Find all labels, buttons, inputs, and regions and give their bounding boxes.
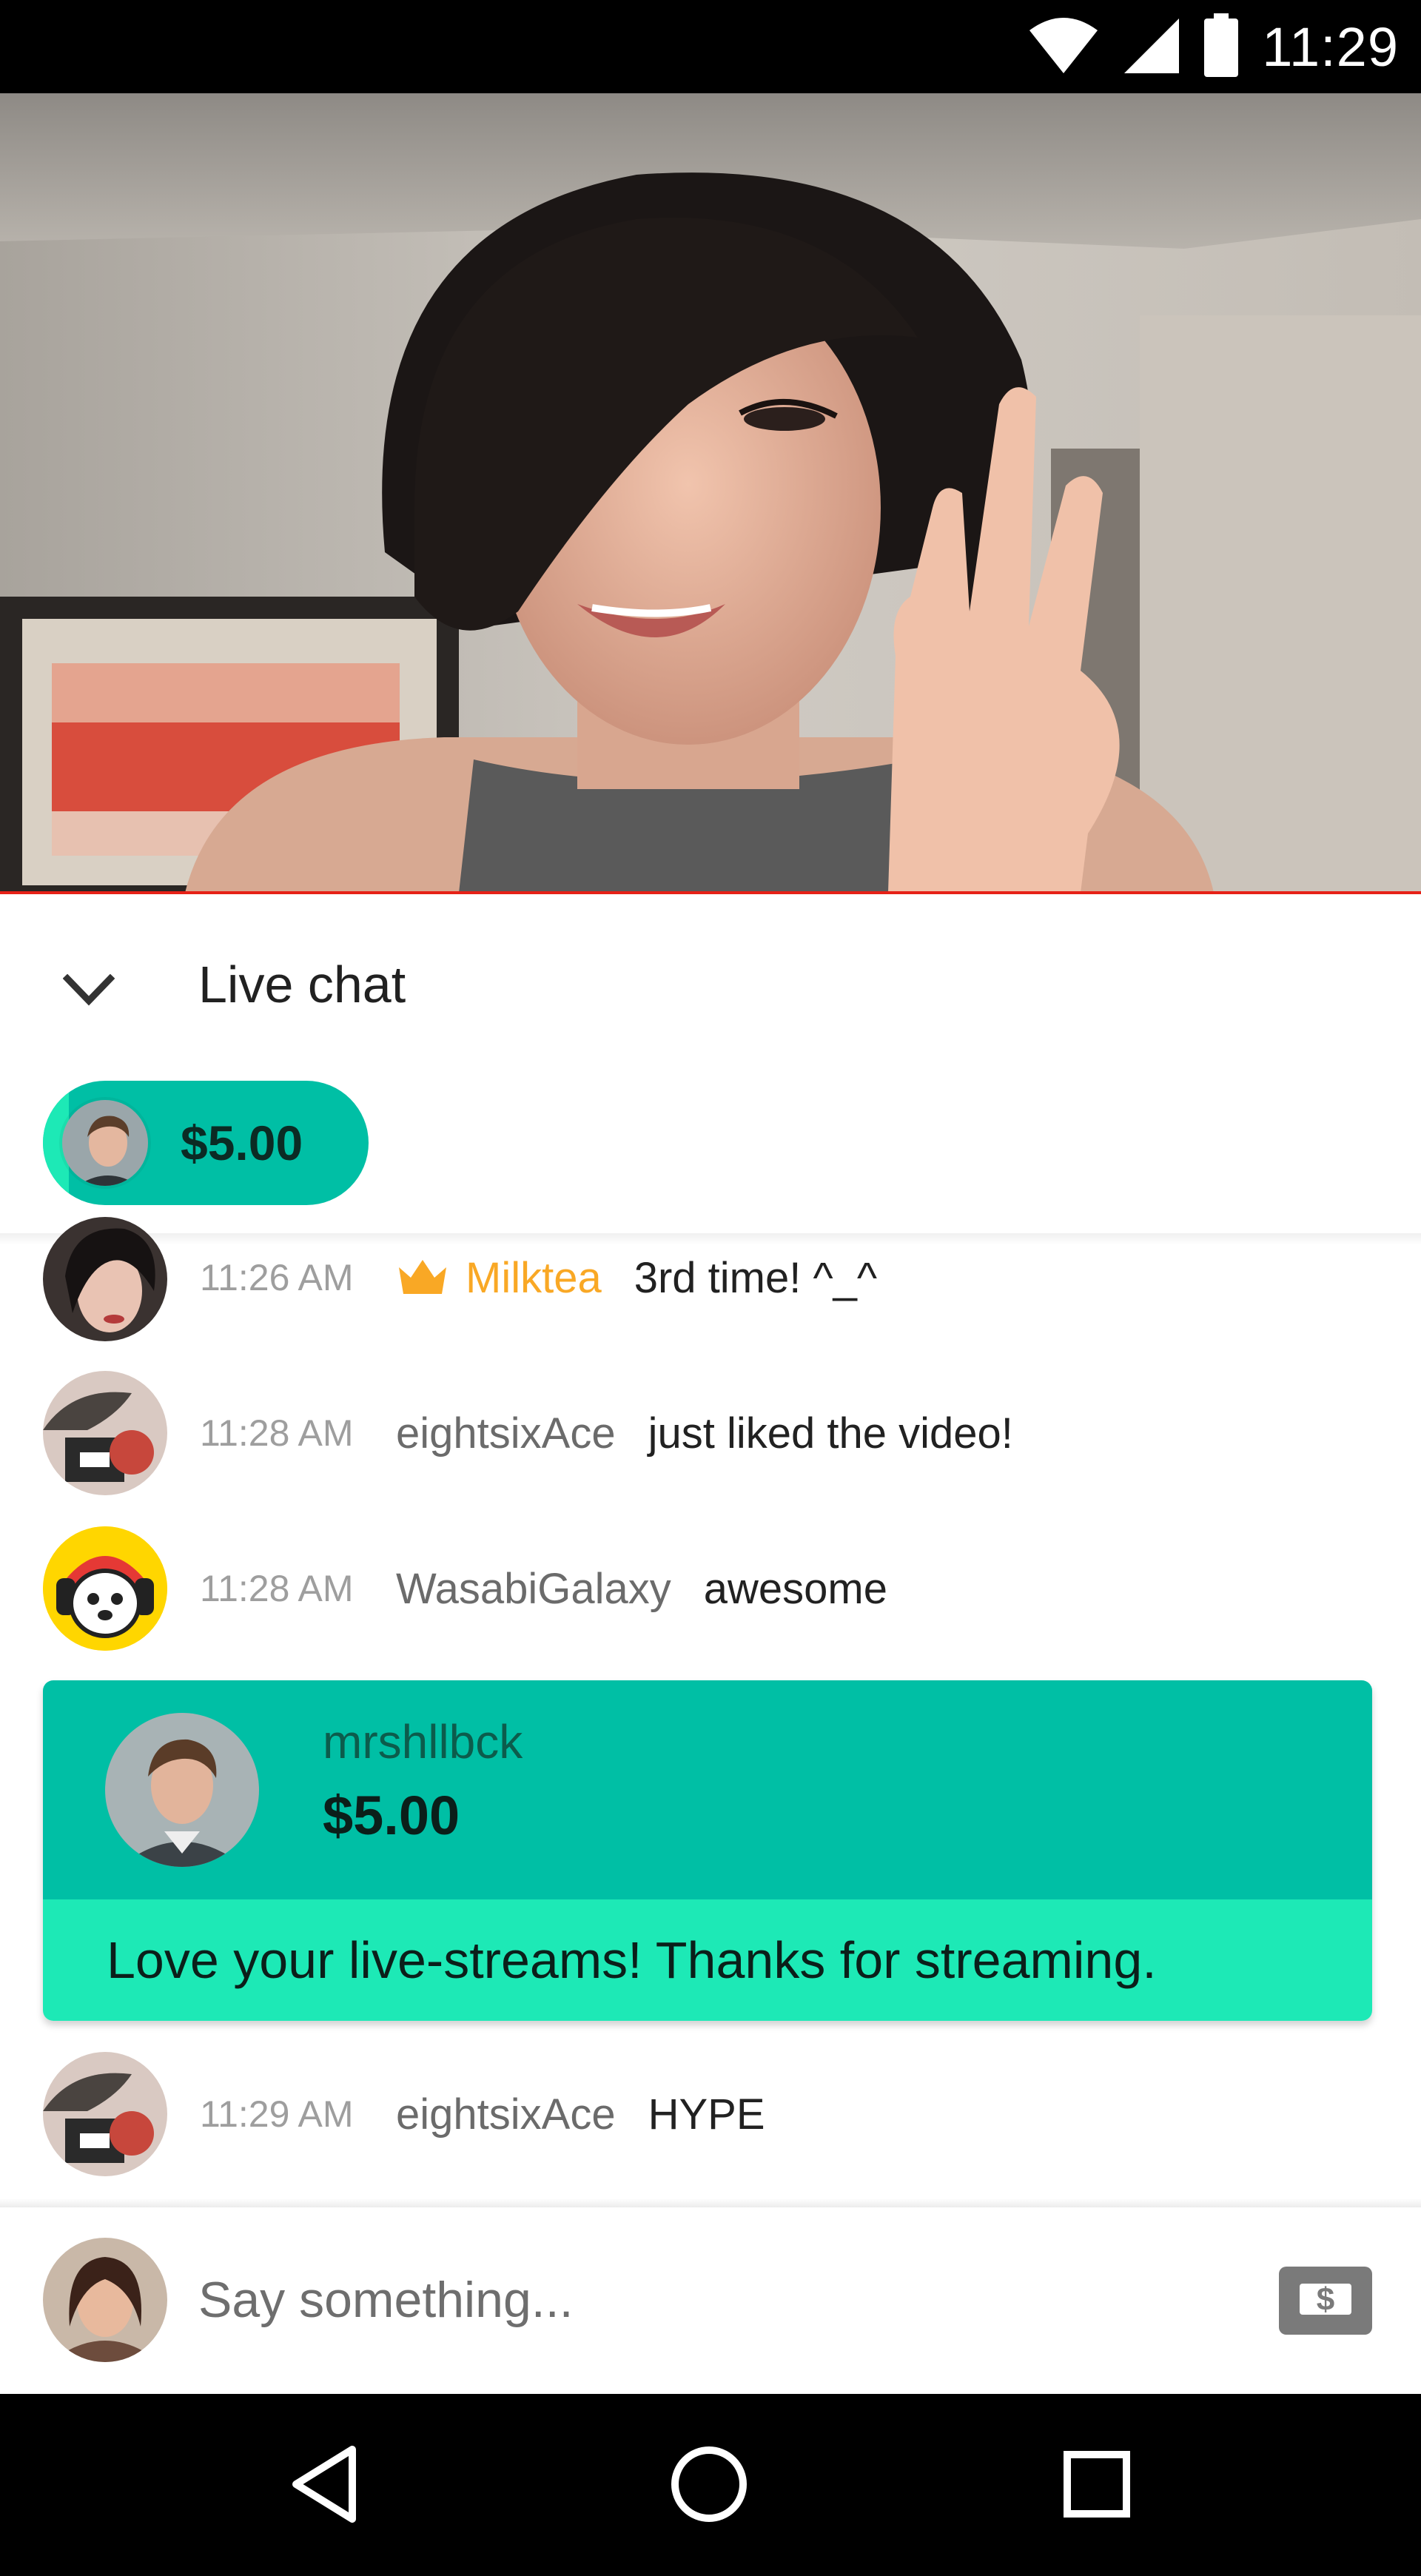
- superchat-ticker[interactable]: $5.00: [43, 1081, 369, 1205]
- chat-message-input[interactable]: [198, 2259, 1234, 2341]
- avatar: [105, 1713, 259, 1867]
- avatar: [43, 1371, 167, 1495]
- message-time: 11:28 AM: [200, 1412, 354, 1454]
- collapse-chat-button[interactable]: [52, 955, 126, 1029]
- message-time: 11:29 AM: [200, 2093, 354, 2135]
- status-bar: 11:29: [0, 0, 1421, 93]
- message-author[interactable]: WasabiGalaxy: [396, 1564, 671, 1614]
- svg-text:$: $: [1317, 2281, 1334, 2318]
- message-text: 3rd time! ^_^: [634, 1253, 878, 1302]
- message-line: eightsixAce HYPE: [396, 2090, 765, 2139]
- dollar-icon: $: [1300, 2276, 1351, 2326]
- chat-message[interactable]: 11:28 AM eightsixAce just liked the vide…: [0, 1359, 1421, 1507]
- status-time: 11:29: [1262, 16, 1399, 78]
- back-icon: [287, 2443, 361, 2529]
- video-player[interactable]: [0, 93, 1421, 893]
- chat-message[interactable]: 11:26 AM Milktea 3rd time! ^_^: [0, 1204, 1421, 1352]
- home-icon: [668, 2443, 750, 2529]
- battery-icon: [1203, 13, 1240, 81]
- message-time: 11:26 AM: [200, 1257, 354, 1298]
- superchat-amount: $5.00: [323, 1785, 460, 1846]
- ticker-amount: $5.00: [181, 1116, 303, 1170]
- super-chat-button[interactable]: $: [1279, 2267, 1372, 2335]
- superchat-body: Love your live-streams! Thanks for strea…: [43, 1899, 1372, 2021]
- chevron-down-icon: [62, 973, 115, 1010]
- message-author[interactable]: eightsixAce: [396, 1409, 616, 1458]
- nav-recents-button[interactable]: [1047, 2435, 1147, 2536]
- message-author[interactable]: Milktea: [466, 1253, 602, 1303]
- avatar: [59, 1097, 151, 1189]
- cell-signal-icon: [1121, 16, 1180, 78]
- avatar: [43, 2052, 167, 2176]
- superchat-message: Love your live-streams! Thanks for strea…: [107, 1931, 1157, 1989]
- message-line: WasabiGalaxy awesome: [396, 1564, 887, 1614]
- message-text: HYPE: [648, 2090, 765, 2139]
- status-icons: 11:29: [1028, 0, 1399, 93]
- message-time: 11:28 AM: [200, 1568, 354, 1609]
- message-text: just liked the video!: [648, 1409, 1013, 1458]
- message-line: Milktea 3rd time! ^_^: [396, 1253, 877, 1303]
- nav-home-button[interactable]: [659, 2435, 759, 2536]
- chat-message[interactable]: 11:29 AM eightsixAce HYPE: [0, 2040, 1421, 2188]
- video-frame: [0, 93, 1421, 893]
- crown-icon: [396, 1255, 449, 1301]
- superchat-author[interactable]: mrshllbck: [323, 1714, 523, 1769]
- chat-message[interactable]: 11:28 AM WasabiGalaxy awesome: [0, 1515, 1421, 1663]
- recents-icon: [1061, 2449, 1132, 2523]
- input-divider: [0, 2198, 1421, 2207]
- superchat-card[interactable]: mrshllbck $5.00 Love your live-streams! …: [43, 1680, 1372, 2021]
- avatar: [43, 2238, 167, 2362]
- message-line: eightsixAce just liked the video!: [396, 1409, 1013, 1458]
- nav-back-button[interactable]: [274, 2435, 374, 2536]
- message-text: awesome: [703, 1564, 887, 1613]
- avatar: [43, 1217, 167, 1341]
- avatar: [43, 1526, 167, 1651]
- live-chat-title: Live chat: [198, 956, 406, 1013]
- wifi-icon: [1028, 16, 1099, 78]
- message-author[interactable]: eightsixAce: [396, 2090, 616, 2139]
